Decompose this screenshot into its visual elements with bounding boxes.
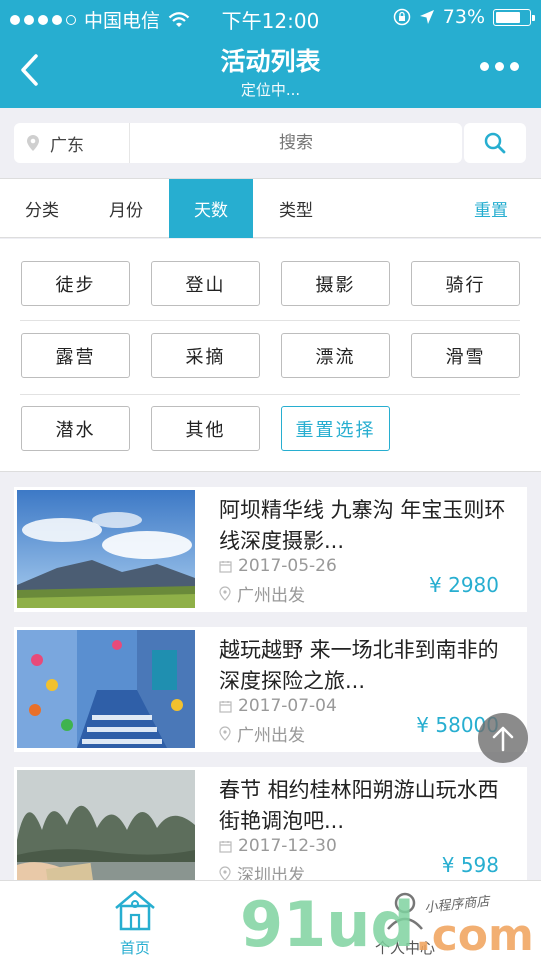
option-hiking[interactable]: 徒步 [21, 261, 130, 306]
reset-selection-button[interactable]: 重置选择 [281, 406, 390, 451]
nav-home-label: 首页 [119, 939, 150, 957]
nav-profile[interactable]: 个人中心 [345, 889, 465, 958]
nav-home[interactable]: 首页 [75, 889, 195, 958]
activity-departure: 广州出发 [219, 721, 305, 746]
battery-icon [493, 8, 535, 26]
option-cycling[interactable]: 骑行 [411, 261, 520, 306]
tab-month[interactable]: 月份 [84, 179, 168, 238]
bottom-nav: 首页 个人中心 [0, 880, 541, 960]
tab-category[interactable]: 分类 [0, 179, 84, 238]
option-other[interactable]: 其他 [151, 406, 260, 451]
search-icon [484, 132, 506, 154]
activity-thumbnail [17, 770, 195, 888]
activity-card[interactable]: 阿坝精华线 九寨沟 年宝玉则环线深度摄影... 2017-05-26 广州出发 … [14, 487, 527, 612]
divider [20, 320, 520, 321]
location-pin-icon [219, 866, 231, 881]
activity-title: 春节 相约桂林阳朔游山玩水西街艳调泡吧... [219, 778, 499, 833]
search-bar: 广东 [0, 108, 541, 178]
user-icon [387, 892, 423, 930]
activity-thumbnail [17, 490, 195, 608]
activity-price: ¥ 2980 [429, 573, 499, 597]
location-label: 广东 [50, 135, 84, 156]
search-input[interactable] [130, 123, 462, 163]
home-icon [115, 890, 155, 931]
activity-title: 越玩越野 来一场北非到南非的深度探险之旅... [219, 638, 499, 693]
activity-departure: 广州出发 [219, 581, 305, 606]
activity-date: 2017-05-26 [219, 556, 337, 576]
activity-title: 阿坝精华线 九寨沟 年宝玉则环线深度摄影... [219, 498, 506, 553]
activity-date: 2017-07-04 [219, 696, 337, 716]
location-arrow-icon [419, 10, 434, 24]
activity-card[interactable]: 越玩越野 来一场北非到南非的深度探险之旅... 2017-07-04 广州出发 … [14, 627, 527, 752]
page-title: 活动列表 [220, 47, 321, 76]
option-climbing[interactable]: 登山 [151, 261, 260, 306]
location-status: 定位中... [240, 81, 301, 99]
top-bar: 中国电信 下午12:00 73% 活动列表 定位中... [0, 0, 541, 108]
filter-options-panel: 徒步 登山 摄影 骑行 露营 采摘 漂流 滑雪 潜水 其他 重置选择 [0, 239, 541, 472]
option-camping[interactable]: 露营 [21, 333, 130, 378]
option-skiing[interactable]: 滑雪 [411, 333, 520, 378]
activity-date-text: 2017-05-26 [238, 556, 337, 576]
scroll-to-top-button[interactable] [478, 713, 528, 763]
option-photography[interactable]: 摄影 [281, 261, 390, 306]
option-diving[interactable]: 潜水 [21, 406, 130, 451]
activity-date-text: 2017-07-04 [238, 696, 337, 716]
location-pin-icon [219, 586, 231, 601]
location-pin-icon [27, 135, 39, 151]
calendar-icon [219, 560, 232, 573]
option-rafting[interactable]: 漂流 [281, 333, 390, 378]
activity-date-text: 2017-12-30 [238, 836, 337, 856]
search-button[interactable] [464, 123, 526, 163]
search-box: 广东 [14, 123, 462, 163]
activity-card[interactable]: 春节 相约桂林阳朔游山玩水西街艳调泡吧... 2017-12-30 深圳出发 ¥… [14, 767, 527, 892]
tab-type[interactable]: 类型 [254, 179, 338, 238]
location-pin-icon [219, 726, 231, 741]
activity-departure-text: 广州出发 [237, 726, 305, 746]
location-selector[interactable]: 广东 [14, 123, 130, 163]
option-picking[interactable]: 采摘 [151, 333, 260, 378]
battery-percent: 73% [442, 6, 485, 28]
filter-tabs: 分类 月份 天数 类型 重置 [0, 178, 541, 238]
arrow-up-icon [492, 726, 514, 752]
status-bar: 中国电信 下午12:00 73% [0, 0, 541, 34]
activity-date: 2017-12-30 [219, 836, 337, 856]
activity-thumbnail [17, 630, 195, 748]
calendar-icon [219, 700, 232, 713]
more-icon[interactable] [480, 62, 519, 71]
rotation-lock-icon [393, 8, 411, 26]
tab-reset[interactable]: 重置 [449, 179, 533, 238]
divider [20, 394, 520, 395]
tab-days[interactable]: 天数 [169, 179, 253, 238]
nav-profile-label: 个人中心 [374, 939, 435, 957]
calendar-icon [219, 840, 232, 853]
activity-price: ¥ 598 [441, 853, 499, 877]
activity-departure-text: 广州出发 [237, 586, 305, 606]
